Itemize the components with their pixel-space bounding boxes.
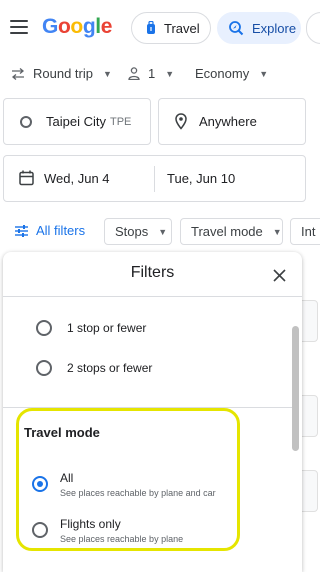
destination-value: Anywhere (199, 114, 257, 129)
interests-chip-label: Int (301, 224, 316, 239)
cabin-label: Economy (195, 66, 250, 81)
explore-chip[interactable]: Explore (217, 12, 301, 44)
google-logo[interactable]: Google (42, 15, 112, 39)
chevron-down-icon: ▼ (165, 68, 175, 79)
travel-mode-flights-radio[interactable] (32, 522, 48, 538)
stops-filter-chip[interactable]: Stops ▼ (104, 218, 172, 245)
depart-date[interactable]: Wed, Jun 4 (19, 170, 110, 186)
return-date[interactable]: Tue, Jun 10 (167, 171, 235, 186)
travel-mode-flights-description: See places reachable by plane (60, 534, 184, 544)
location-pin-icon (175, 113, 187, 130)
swap-arrows-icon (11, 67, 25, 80)
tune-icon (15, 224, 28, 237)
travel-chip[interactable]: Travel (131, 12, 211, 44)
travel-chip-label: Travel (164, 20, 200, 36)
travel-mode-chip-label: Travel mode (191, 224, 263, 239)
panel-scrollbar[interactable] (292, 326, 299, 451)
section-divider (3, 407, 293, 408)
travel-mode-all-radio[interactable] (32, 476, 48, 492)
travel-mode-flights-label: Flights only (60, 517, 121, 531)
explore-icon (228, 20, 244, 36)
date-field[interactable]: Wed, Jun 4 Tue, Jun 10 (3, 155, 306, 202)
passengers-select[interactable]: 1 ▼ (128, 66, 174, 81)
stops-radio-2[interactable] (36, 360, 52, 376)
travel-mode-all-description: See places reachable by plane and car (60, 488, 216, 498)
depart-date-label: Wed, Jun 4 (44, 170, 110, 186)
travel-mode-all-label: All (60, 471, 74, 485)
cabin-select[interactable]: Economy ▼ (195, 66, 268, 81)
date-divider (154, 166, 155, 192)
person-icon (128, 67, 140, 80)
panel-divider (3, 296, 302, 297)
chevron-down-icon: ▼ (272, 226, 282, 237)
passengers-count: 1 (148, 66, 156, 81)
stops-radio-1[interactable] (36, 320, 52, 336)
interests-filter-chip[interactable]: Int (290, 218, 320, 245)
all-filters-label: All filters (36, 223, 86, 238)
trip-type-label: Round trip (33, 66, 93, 81)
close-icon[interactable] (269, 265, 289, 285)
chevron-down-icon: ▼ (158, 226, 168, 237)
all-filters-button[interactable]: All filters (15, 223, 85, 238)
origin-city: Taipei City (46, 114, 106, 129)
origin-circle-icon (20, 115, 32, 128)
filters-panel: Filters 1 stop or fewer 2 stops or fewer… (3, 252, 302, 572)
menu-icon[interactable] (10, 20, 28, 36)
filters-panel-title: Filters (130, 264, 175, 281)
explore-chip-label: Explore (252, 20, 297, 36)
origin-field[interactable]: Taipei City TPE (3, 98, 151, 145)
chevron-down-icon: ▼ (259, 68, 269, 79)
trip-type-select[interactable]: Round trip ▼ (11, 66, 112, 81)
more-chip[interactable] (306, 12, 320, 44)
calendar-icon (19, 170, 34, 186)
travel-mode-filter-chip[interactable]: Travel mode ▼ (180, 218, 283, 245)
travel-mode-heading: Travel mode (24, 425, 100, 440)
stops-option-label: 2 stops or fewer (67, 361, 153, 375)
stops-option-label: 1 stop or fewer (67, 321, 147, 335)
destination-field[interactable]: Anywhere (158, 98, 306, 145)
chevron-down-icon: ▼ (102, 68, 112, 79)
stops-chip-label: Stops (115, 224, 149, 239)
luggage-icon (146, 21, 156, 35)
origin-code: TPE (109, 115, 132, 128)
